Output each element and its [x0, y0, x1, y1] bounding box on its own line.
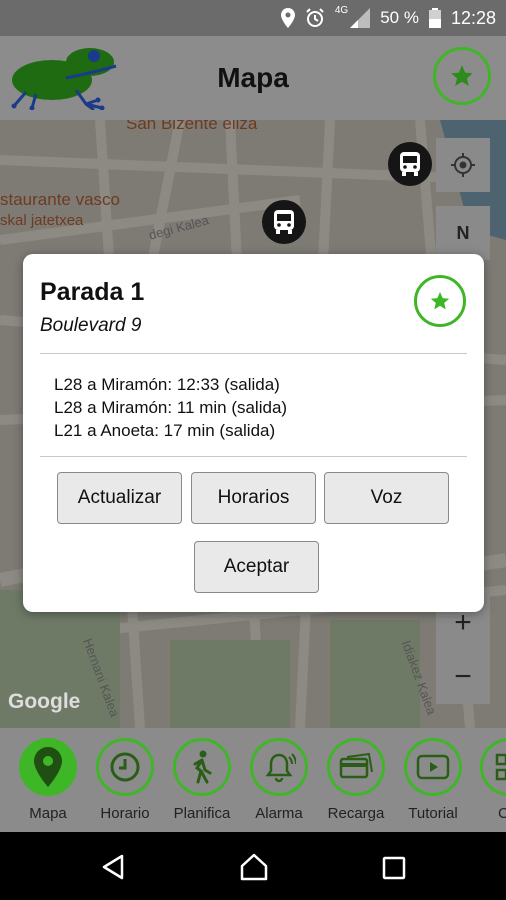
system-navigation-bar: [0, 832, 506, 900]
nav-item-alarma[interactable]: Alarma: [243, 738, 315, 822]
clock-icon: [110, 752, 140, 782]
nav-item-horario[interactable]: Horario: [89, 738, 161, 822]
walking-icon: [193, 750, 212, 784]
stop-info-dialog: Parada 1 Boulevard 9 L28 a Miramón: 12:3…: [23, 254, 484, 612]
bus-stop-marker[interactable]: [388, 142, 432, 186]
network-type: 4G: [334, 4, 349, 16]
home-icon[interactable]: [239, 852, 269, 882]
nav-label: Alarma: [255, 805, 303, 822]
back-icon[interactable]: [101, 854, 125, 880]
signal-icon: [350, 8, 371, 28]
divider: [40, 353, 467, 354]
compass-button[interactable]: N: [436, 206, 490, 260]
nav-label: Mapa: [29, 805, 67, 822]
bus-icon: [274, 210, 294, 234]
recents-icon[interactable]: [382, 856, 406, 880]
zoom-out-button[interactable]: −: [436, 650, 490, 704]
bell-icon: [265, 753, 296, 783]
divider: [40, 456, 467, 457]
nav-label: Horario: [100, 805, 150, 822]
map-poi-restaurant: staurante vasco: [0, 190, 121, 209]
alarm-clock-icon: [306, 8, 324, 27]
nav-item-mapa[interactable]: Mapa: [12, 738, 84, 822]
nav-label: Tutorial: [408, 805, 458, 822]
nav-label: Recarga: [327, 805, 385, 822]
arrival-line: L21 a Anoeta: 17 min (salida): [54, 421, 276, 440]
update-button[interactable]: Actualizar: [57, 472, 182, 524]
dialog-subtitle: Boulevard 9: [40, 315, 142, 336]
card-icon: [339, 753, 373, 779]
location-icon: [280, 8, 295, 28]
map-poi-church: San Bizente eliza: [126, 120, 258, 133]
status-bar: 4G 50 % 12:28: [0, 0, 506, 36]
star-icon: [430, 291, 450, 310]
battery-percent: 50 %: [380, 8, 419, 27]
crosshair-icon: [451, 153, 475, 177]
accept-button[interactable]: Aceptar: [194, 541, 319, 593]
nav-item-planifica[interactable]: Planifica: [166, 738, 238, 822]
page-title: Mapa: [217, 62, 289, 93]
voice-button[interactable]: Voz: [324, 472, 449, 524]
battery-icon: [428, 8, 441, 28]
play-icon: [416, 754, 450, 780]
dialog-title: Parada 1: [40, 278, 145, 306]
arrival-list: L28 a Miramón: 12:33 (salida) L28 a Mira…: [54, 373, 287, 442]
nav-item-recarga[interactable]: Recarga: [320, 738, 392, 822]
bus-icon: [400, 152, 420, 176]
arrival-line: L28 a Miramón: 12:33 (salida): [54, 375, 280, 394]
map-pin-icon: [34, 747, 62, 787]
qr-icon: [495, 753, 506, 781]
star-icon: [451, 65, 473, 86]
nav-label: C: [498, 805, 506, 822]
my-location-button[interactable]: [436, 138, 490, 192]
schedules-button[interactable]: Horarios: [191, 472, 316, 524]
app-header: Mapa: [0, 36, 506, 120]
bottom-navigation: Mapa Horario Planifica Alarma Recarga Tu…: [0, 728, 506, 832]
nav-item-partial[interactable]: C: [474, 738, 506, 822]
favorites-button[interactable]: [433, 47, 491, 105]
arrival-line: L28 a Miramón: 11 min (salida): [54, 398, 288, 417]
nav-label: Planifica: [173, 805, 231, 822]
bus-stop-marker[interactable]: [262, 200, 306, 244]
add-favorite-button[interactable]: [414, 275, 466, 327]
nav-item-tutorial[interactable]: Tutorial: [397, 738, 469, 822]
google-logo: Google: [8, 690, 81, 713]
map-poi-restaurant-sub: skal jatetxea: [0, 212, 84, 229]
clock-time: 12:28: [450, 7, 496, 28]
